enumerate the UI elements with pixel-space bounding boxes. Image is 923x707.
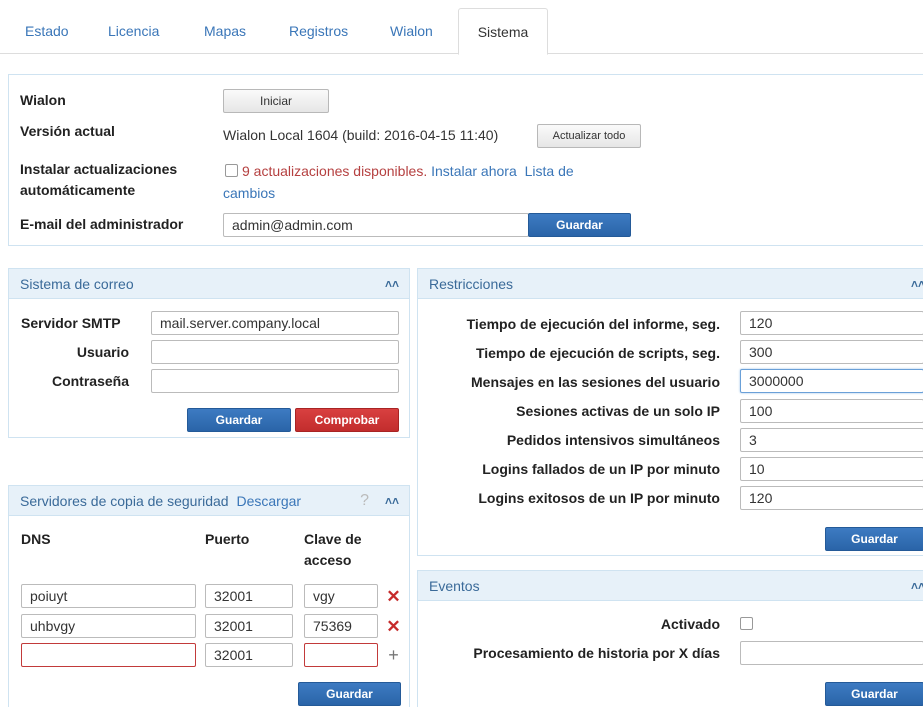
collapse-icon[interactable]: ˄˄	[911, 269, 923, 299]
tab-registros[interactable]: Registros	[277, 8, 360, 54]
mail-panel-title: Sistema de correo	[20, 276, 134, 292]
backup-port-input[interactable]: 32001	[205, 614, 293, 638]
tab-mapas[interactable]: Mapas	[192, 8, 258, 54]
add-icon[interactable]: +	[386, 646, 401, 664]
backup-save-button[interactable]: Guardar	[298, 682, 401, 706]
backup-key-input[interactable]: 75369	[304, 614, 378, 638]
auto-update-label-line2: automáticamente	[20, 182, 136, 198]
events-enabled-label: Activado	[660, 616, 720, 632]
backup-port-input[interactable]: 32001	[205, 584, 293, 608]
changes-list-link-line2[interactable]: cambios	[223, 185, 275, 201]
collapse-icon[interactable]: ˄˄	[911, 571, 923, 601]
events-enabled-checkbox[interactable]	[740, 617, 753, 630]
changes-list-link[interactable]: Lista de	[525, 163, 574, 179]
events-save-button[interactable]: Guardar	[825, 682, 923, 706]
restriction-input[interactable]: 10	[740, 457, 923, 481]
admin-email-label: E-mail del administrador	[20, 216, 184, 232]
restriction-input[interactable]: 3	[740, 428, 923, 452]
admin-email-save-button[interactable]: Guardar	[528, 213, 631, 237]
wialon-panel: Wialon Iniciar Versión actual Wialon Loc…	[8, 74, 923, 246]
restriction-label: Mensajes en las sesiones del usuario	[471, 374, 720, 390]
tab-sistema[interactable]: Sistema	[458, 8, 548, 55]
mail-check-button[interactable]: Comprobar	[295, 408, 399, 432]
restriction-label: Sesiones activas de un solo IP	[516, 403, 720, 419]
wialon-label: Wialon	[20, 92, 66, 108]
update-all-button[interactable]: Actualizar todo	[537, 124, 641, 148]
tab-wialon[interactable]: Wialon	[378, 8, 445, 54]
user-label: Usuario	[76, 344, 129, 360]
updates-available-text: 9 actualizaciones disponibles.	[242, 163, 428, 179]
col-dns: DNS	[21, 531, 51, 547]
restriction-input[interactable]: 3000000	[740, 369, 923, 393]
restriction-label: Tiempo de ejecución de scripts, seg.	[475, 345, 720, 361]
delete-icon[interactable]: ✕	[386, 588, 401, 605]
version-label: Versión actual	[20, 123, 115, 139]
collapse-icon[interactable]: ˄˄	[385, 486, 399, 516]
install-now-link[interactable]: Instalar ahora	[431, 163, 517, 179]
auto-update-label-line1: Instalar actualizaciones	[20, 161, 178, 177]
password-input[interactable]	[151, 369, 399, 393]
backup-key-input[interactable]	[304, 643, 378, 667]
restrictions-save-button[interactable]: Guardar	[825, 527, 923, 551]
user-input[interactable]	[151, 340, 399, 364]
history-days-label: Procesamiento de historia por X días	[473, 645, 720, 661]
backup-panel: Servidores de copia de seguridad Descarg…	[8, 485, 410, 707]
col-port: Puerto	[205, 531, 250, 547]
tab-estado[interactable]: Estado	[13, 8, 81, 54]
version-value: Wialon Local 1604 (build: 2016-04-15 11:…	[223, 127, 499, 143]
help-icon[interactable]: ?	[360, 486, 369, 516]
updates-line: 9 actualizaciones disponibles. Instalar …	[242, 163, 574, 179]
tab-licencia[interactable]: Licencia	[96, 8, 171, 54]
events-panel: Eventos ˄˄ Activado Procesamiento de his…	[417, 570, 923, 707]
restrictions-panel-header[interactable]: Restricciones ˄˄	[418, 269, 923, 299]
restriction-label: Pedidos intensivos simultáneos	[506, 432, 720, 448]
restriction-label: Tiempo de ejecución del informe, seg.	[466, 316, 720, 332]
mail-panel-header[interactable]: Sistema de correo ˄˄	[9, 269, 409, 299]
events-panel-header[interactable]: Eventos ˄˄	[418, 571, 923, 601]
smtp-label: Servidor SMTP	[21, 315, 121, 331]
restriction-label: Logins exitosos de un IP por minuto	[478, 490, 720, 506]
backup-dns-input[interactable]: uhbvgy	[21, 614, 196, 638]
restrictions-panel-title: Restricciones	[429, 276, 514, 292]
backup-dns-input[interactable]: poiuyt	[21, 584, 196, 608]
restriction-input[interactable]: 100	[740, 399, 923, 423]
delete-icon[interactable]: ✕	[386, 618, 401, 635]
mail-save-button[interactable]: Guardar	[187, 408, 291, 432]
backup-port-input[interactable]: 32001	[205, 643, 293, 667]
tab-bar: Estado Licencia Mapas Registros Wialon S…	[0, 8, 923, 55]
backup-key-input[interactable]: vgy	[304, 584, 378, 608]
backup-panel-title: Servidores de copia de seguridad	[20, 493, 229, 509]
backup-dns-input[interactable]	[21, 643, 196, 667]
password-label: Contraseña	[51, 373, 129, 389]
collapse-icon[interactable]: ˄˄	[385, 269, 399, 299]
restrictions-panel: Restricciones ˄˄ Tiempo de ejecución del…	[417, 268, 923, 556]
events-panel-title: Eventos	[429, 578, 480, 594]
mail-panel: Sistema de correo ˄˄ Servidor SMTP mail.…	[8, 268, 410, 438]
col-key-line1: Clave de	[304, 531, 362, 547]
auto-update-checkbox[interactable]	[225, 164, 238, 177]
start-button[interactable]: Iniciar	[223, 89, 329, 113]
download-link[interactable]: Descargar	[236, 493, 301, 509]
admin-email-input[interactable]: admin@admin.com	[223, 213, 529, 237]
smtp-input[interactable]: mail.server.company.local	[151, 311, 399, 335]
restriction-input[interactable]: 120	[740, 311, 923, 335]
restriction-input[interactable]: 300	[740, 340, 923, 364]
restriction-input[interactable]: 120	[740, 486, 923, 510]
history-days-input[interactable]	[740, 641, 923, 665]
col-key-line2: acceso	[304, 552, 352, 568]
restriction-label: Logins fallados de un IP por minuto	[482, 461, 720, 477]
backup-panel-header[interactable]: Servidores de copia de seguridad Descarg…	[9, 486, 409, 516]
